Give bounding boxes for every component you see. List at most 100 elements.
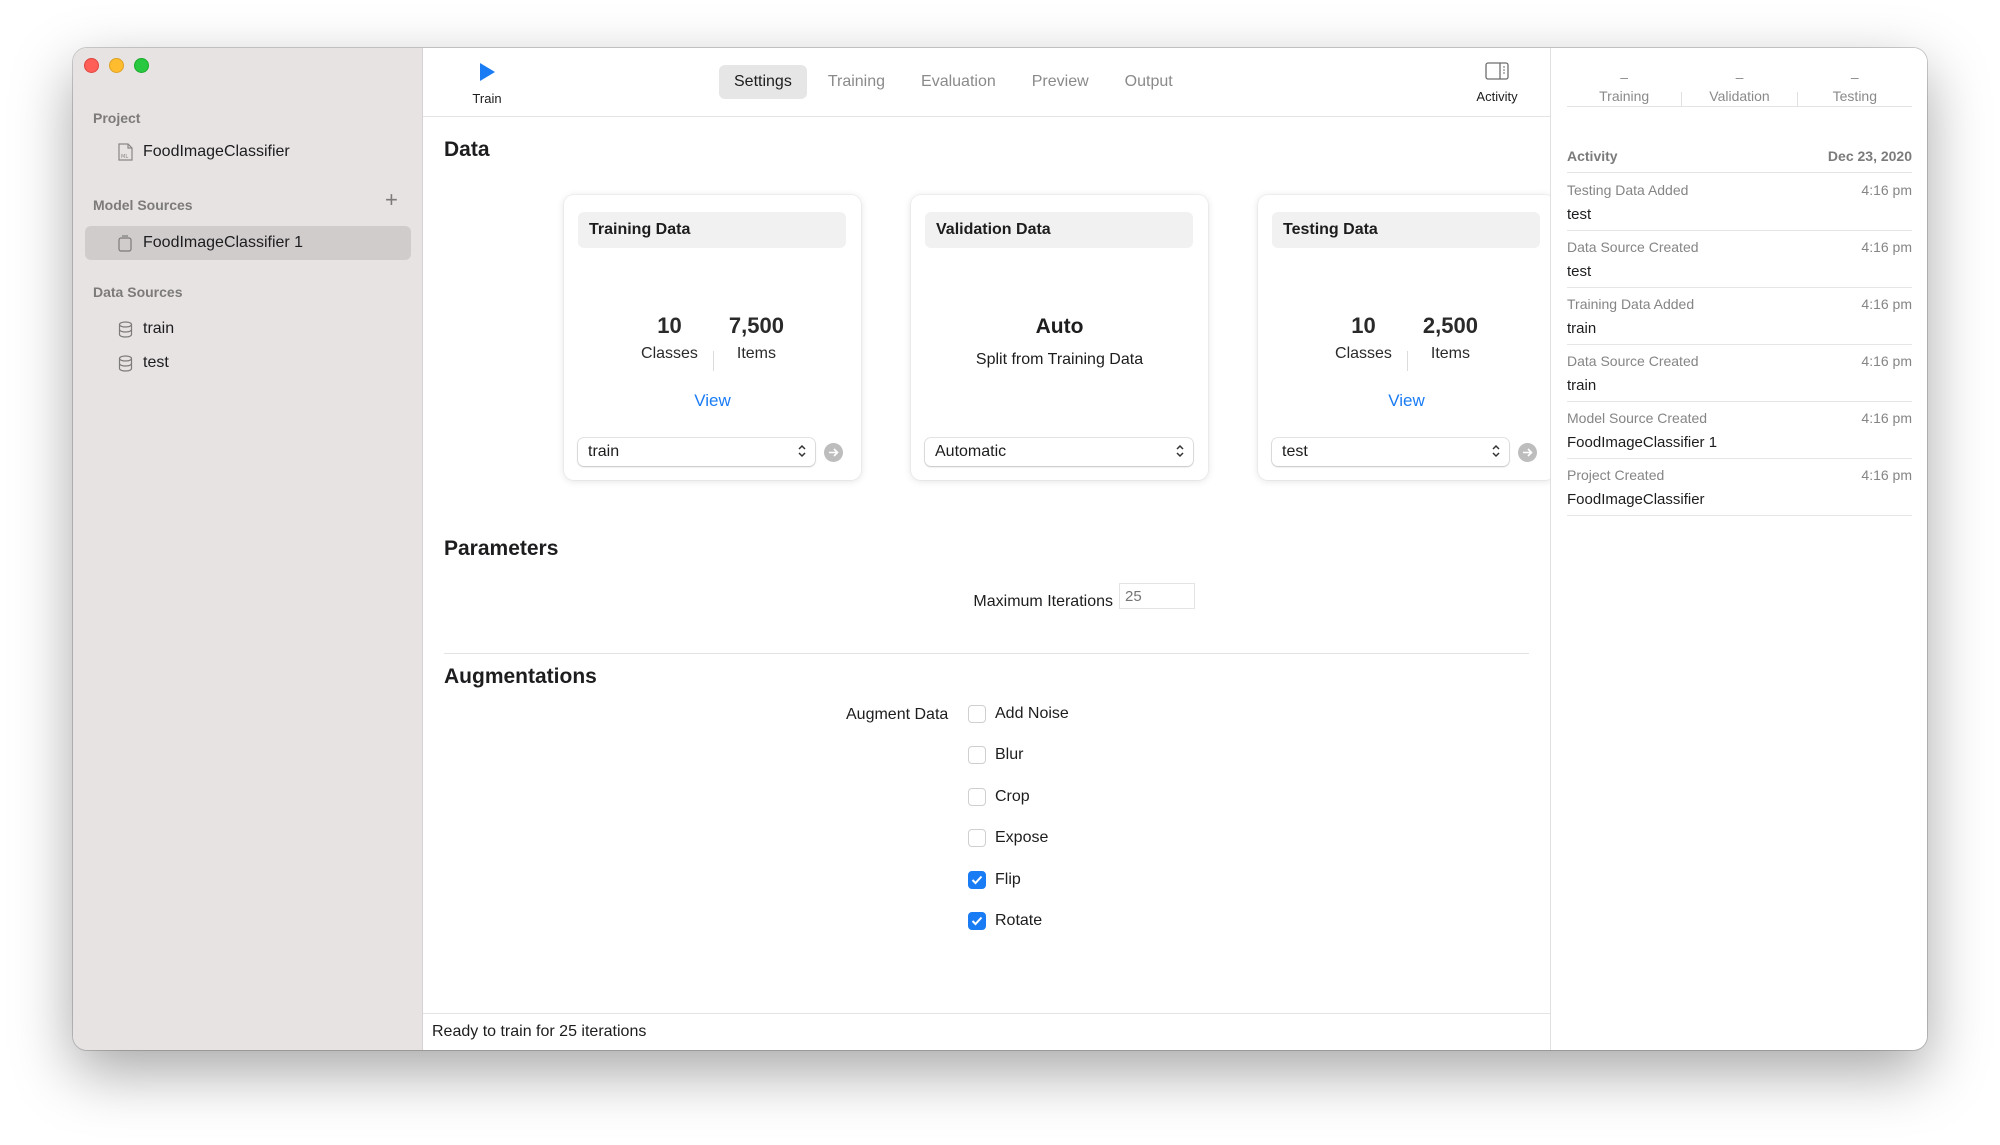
chevron-up-down-icon xyxy=(798,444,806,458)
items-label: Items xyxy=(1430,345,1471,362)
activity-time: 4:16 pm xyxy=(1861,239,1912,255)
checkbox-checked[interactable] xyxy=(968,871,986,889)
tab-settings[interactable]: Settings xyxy=(719,65,807,99)
activity-title: Testing Data Added xyxy=(1567,182,1689,198)
activity-item: Model Source Created 4:16 pm FoodImageCl… xyxy=(1567,402,1912,459)
training-stats: 10 Classes 7,500 Items xyxy=(564,313,861,371)
train-label: Train xyxy=(472,91,502,106)
tab-preview[interactable]: Preview xyxy=(1017,65,1104,99)
data-heading: Data xyxy=(444,138,490,161)
activity-item: Data Source Created 4:16 pm train xyxy=(1567,345,1912,402)
play-icon xyxy=(480,63,495,81)
activity-title: Data Source Created xyxy=(1567,239,1699,255)
activity-subject: FoodImageClassifier 1 xyxy=(1567,434,1718,451)
activity-label: Activity xyxy=(1476,89,1518,104)
max-iterations-label: Maximum Iterations xyxy=(973,593,1113,610)
select-value: test xyxy=(1282,443,1308,460)
card-title: Validation Data xyxy=(925,212,1193,248)
sidebar-item-label: FoodImageClassifier xyxy=(143,143,290,160)
activity-time: 4:16 pm xyxy=(1861,296,1912,312)
checkbox-label: Blur xyxy=(995,746,1024,763)
zoom-window-button[interactable] xyxy=(134,58,149,73)
app-window: Project ML FoodImageClassifier Model Sou… xyxy=(73,48,1927,1050)
activity-inspector: – Training – Validation – Testing Activi… xyxy=(1550,48,1927,1050)
augment-add-noise-checkbox[interactable]: Add Noise xyxy=(968,705,1069,723)
activity-heading: Activity xyxy=(1567,148,1618,164)
sidebar-toggle-icon xyxy=(1485,62,1509,80)
training-data-card: Training Data 10 Classes 7,500 Items Vie… xyxy=(564,195,861,480)
svg-text:ML: ML xyxy=(121,154,128,160)
activity-time: 4:16 pm xyxy=(1861,410,1912,426)
augment-rotate-checkbox[interactable]: Rotate xyxy=(968,912,1042,930)
validation-data-card: Validation Data Auto Split from Training… xyxy=(911,195,1208,480)
sidebar-item-label: test xyxy=(143,354,169,371)
checkbox[interactable] xyxy=(968,829,986,847)
testing-source-select[interactable]: test xyxy=(1272,438,1509,466)
augment-expose-checkbox[interactable]: Expose xyxy=(968,829,1048,847)
metrics-summary: – Training – Validation – Testing xyxy=(1567,70,1912,107)
summary-validation: – Validation xyxy=(1682,70,1796,106)
go-to-testing-source-button[interactable] xyxy=(1518,443,1537,462)
summary-training: – Training xyxy=(1567,70,1681,106)
window-controls xyxy=(84,58,149,73)
summary-value: – xyxy=(1620,69,1629,85)
view-training-data-link[interactable]: View xyxy=(564,391,861,411)
tab-bar: Settings Training Evaluation Preview Out… xyxy=(719,65,1188,99)
tab-evaluation[interactable]: Evaluation xyxy=(906,65,1011,99)
activity-time: 4:16 pm xyxy=(1861,353,1912,369)
activity-date: Dec 23, 2020 xyxy=(1827,148,1912,164)
go-to-training-source-button[interactable] xyxy=(824,443,843,462)
tab-output[interactable]: Output xyxy=(1110,65,1188,99)
activity-header: Activity Dec 23, 2020 xyxy=(1567,148,1912,173)
validation-option-select[interactable]: Automatic xyxy=(925,438,1193,466)
add-model-source-button[interactable]: + xyxy=(385,189,398,211)
augment-blur-checkbox[interactable]: Blur xyxy=(968,746,1023,764)
checkbox-checked[interactable] xyxy=(968,912,986,930)
augment-crop-checkbox[interactable]: Crop xyxy=(968,788,1030,806)
testing-stats: 10 Classes 2,500 Items xyxy=(1258,313,1555,371)
sidebar-item-project[interactable]: ML FoodImageClassifier xyxy=(85,135,411,169)
classes-count: 10 xyxy=(657,313,682,338)
activity-time: 4:16 pm xyxy=(1861,467,1912,483)
arrow-right-icon xyxy=(829,448,839,457)
max-iterations-input[interactable] xyxy=(1119,583,1195,609)
section-divider xyxy=(444,653,1529,654)
tab-training[interactable]: Training xyxy=(813,65,900,99)
items-count: 2,500 xyxy=(1422,313,1478,338)
card-title: Training Data xyxy=(578,212,846,248)
status-bar: Ready to train for 25 iterations xyxy=(423,1013,1550,1050)
sidebar-item-label: train xyxy=(143,320,175,337)
checkbox[interactable] xyxy=(968,788,986,806)
chevron-up-down-icon xyxy=(1492,444,1500,458)
activity-subject: test xyxy=(1567,206,1592,223)
sidebar-item-data-source-test[interactable]: test xyxy=(85,346,411,380)
arrow-right-icon xyxy=(1523,448,1533,457)
activity-item: Training Data Added 4:16 pm train xyxy=(1567,288,1912,345)
summary-label: Training xyxy=(1599,88,1650,104)
checkbox-label: Expose xyxy=(995,829,1049,846)
select-value: train xyxy=(588,443,620,460)
checkbox[interactable] xyxy=(968,705,986,723)
status-text: Ready to train for 25 iterations xyxy=(432,1023,647,1040)
checkbox-label: Crop xyxy=(995,788,1030,805)
checkbox-label: Rotate xyxy=(995,912,1043,929)
view-testing-data-link[interactable]: View xyxy=(1258,391,1555,411)
activity-button[interactable]: Activity xyxy=(1467,62,1527,104)
close-window-button[interactable] xyxy=(84,58,99,73)
training-source-select[interactable]: train xyxy=(578,438,815,466)
classes-label: Classes xyxy=(641,345,698,362)
classes-count: 10 xyxy=(1351,313,1376,338)
minimize-window-button[interactable] xyxy=(109,58,124,73)
main-content: Train Settings Training Evaluation Previ… xyxy=(423,48,1555,1050)
items-label: Items xyxy=(736,345,777,362)
chevron-up-down-icon xyxy=(1176,444,1184,458)
activity-subject: train xyxy=(1567,320,1597,337)
checkmark-icon xyxy=(971,916,983,926)
train-button[interactable]: Train xyxy=(457,62,517,106)
checkbox[interactable] xyxy=(968,746,986,764)
sidebar-item-model-source[interactable]: FoodImageClassifier 1 xyxy=(85,226,411,260)
augment-flip-checkbox[interactable]: Flip xyxy=(968,871,1021,889)
sidebar-item-data-source-train[interactable]: train xyxy=(85,312,411,346)
activity-subject: train xyxy=(1567,377,1597,394)
activity-item: Data Source Created 4:16 pm test xyxy=(1567,231,1912,288)
